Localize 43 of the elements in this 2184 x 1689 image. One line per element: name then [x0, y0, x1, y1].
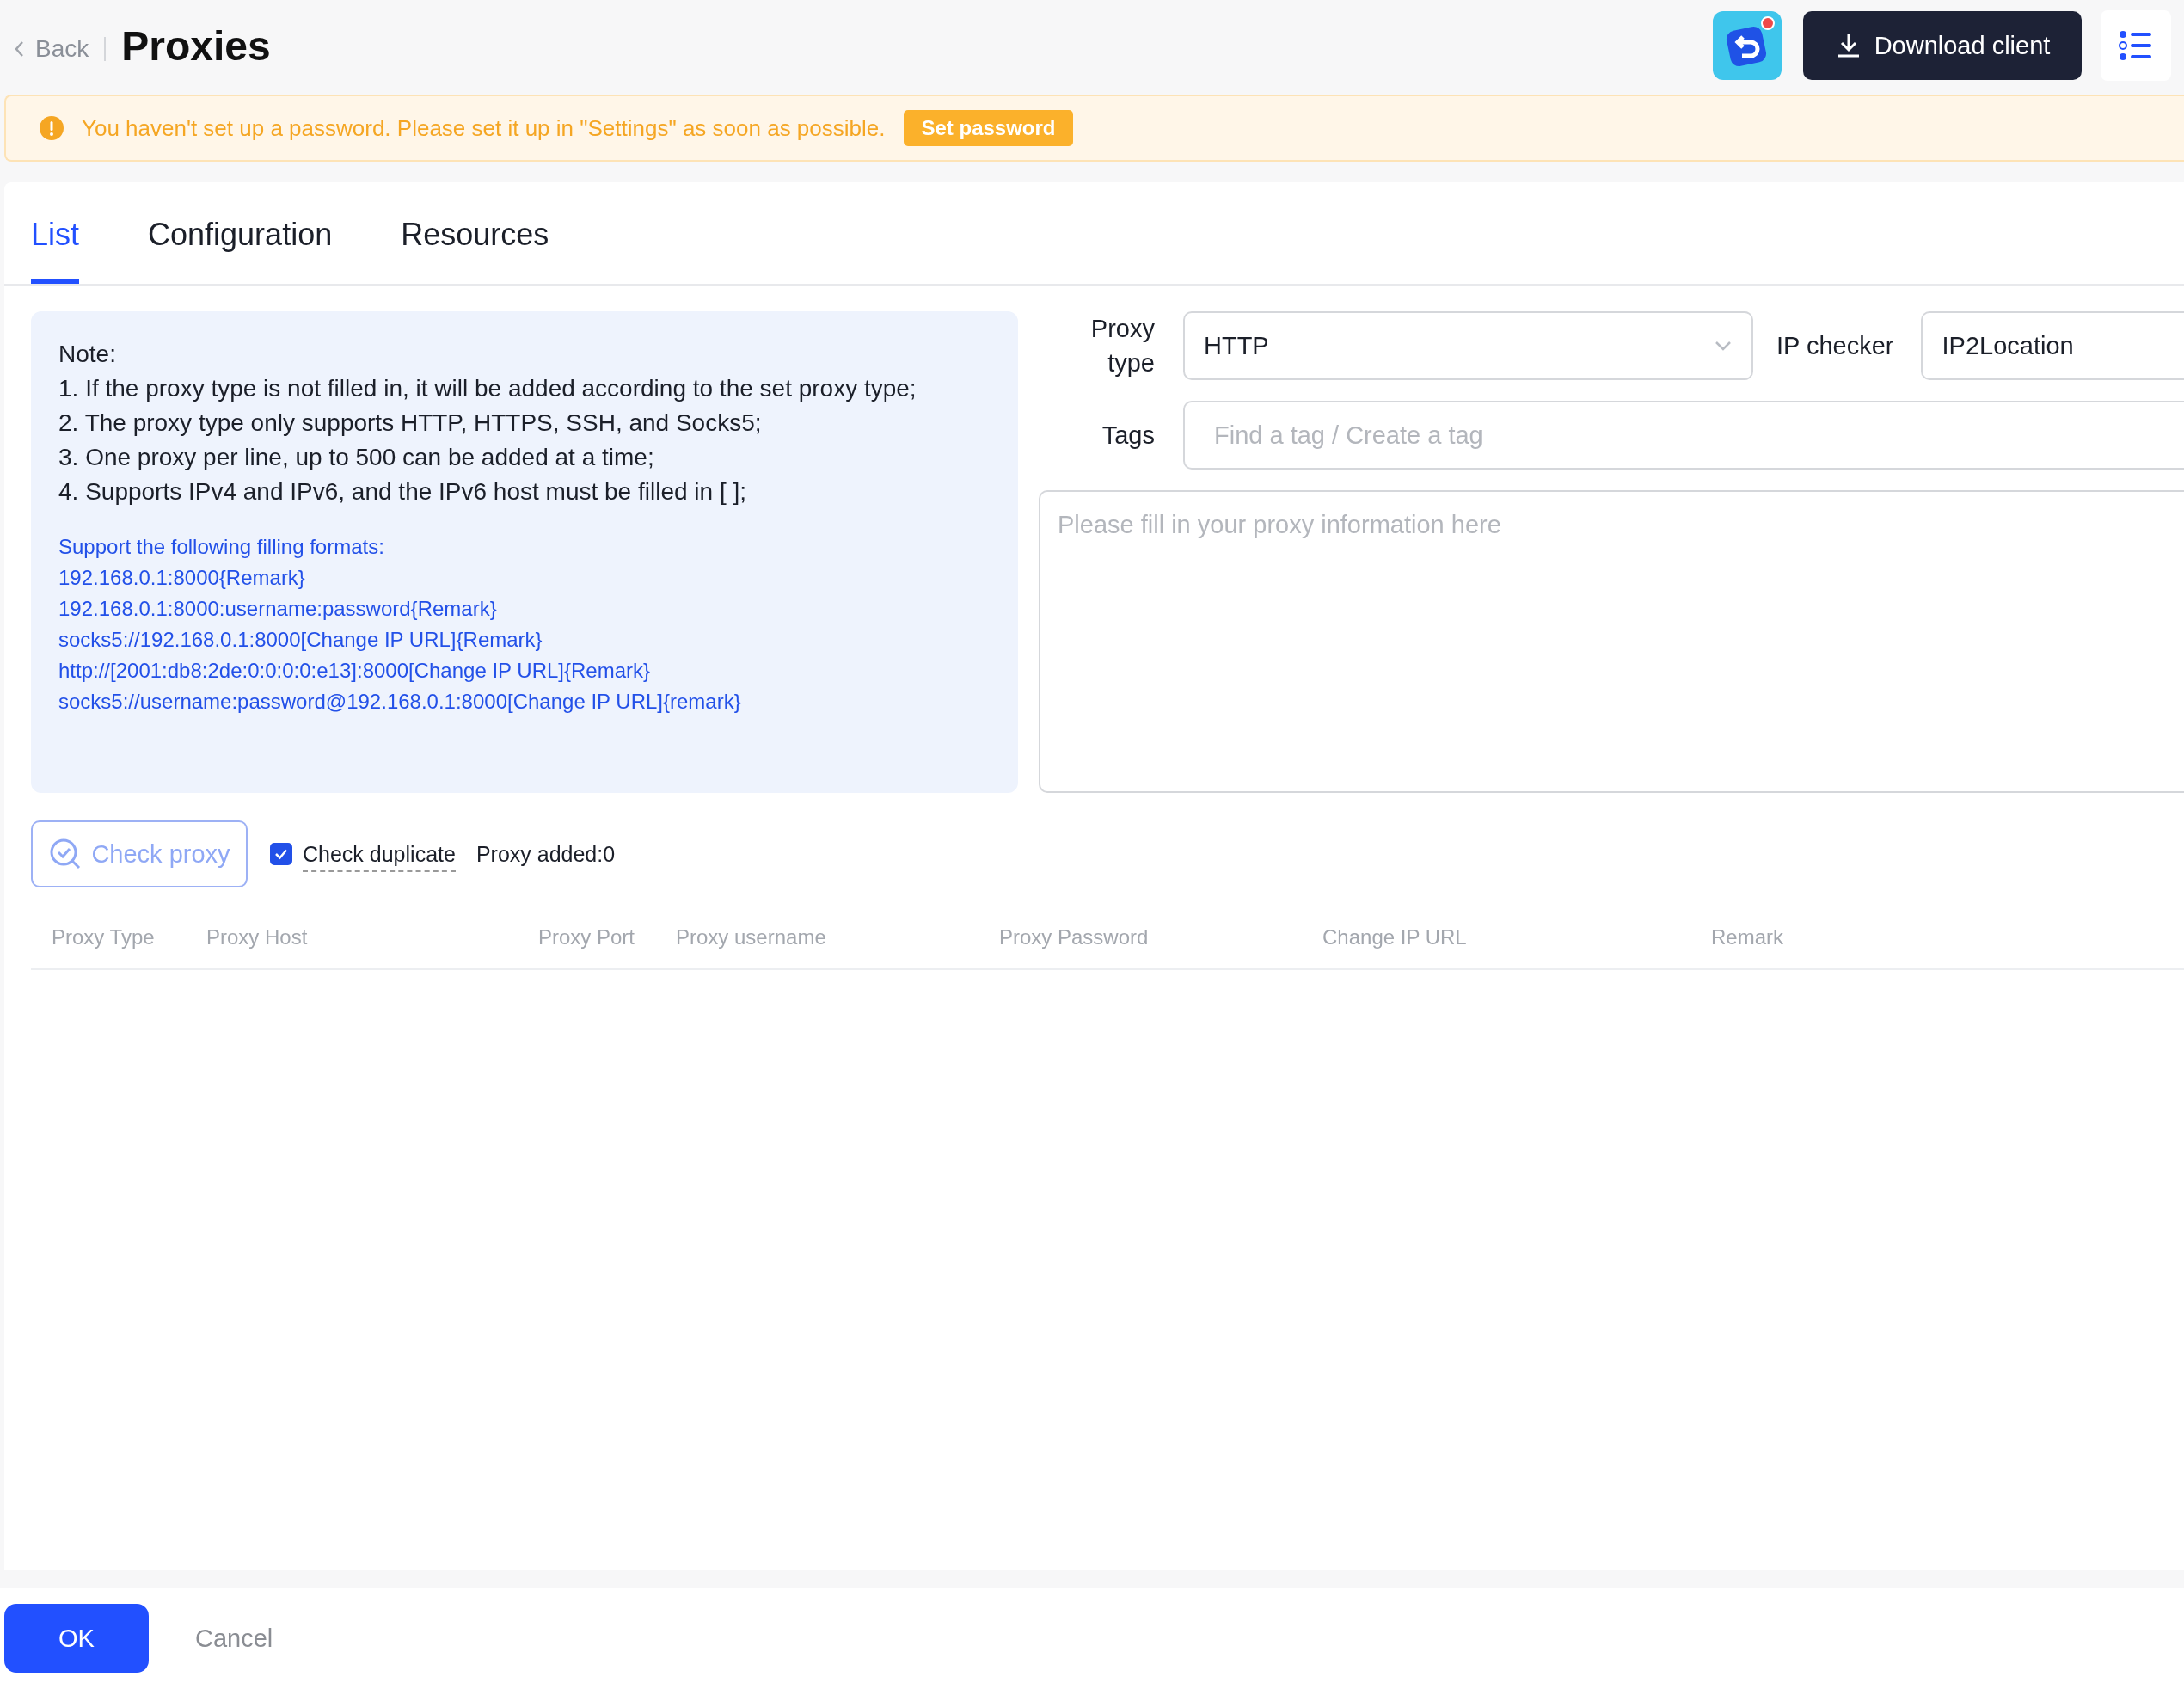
warning-text: You haven't set up a password. Please set it up in "Settings" as soon as possible.: [82, 114, 886, 142]
app-icon[interactable]: [1713, 11, 1782, 80]
column-header: Proxy Host: [206, 925, 309, 949]
column-header: Proxy username: [676, 925, 827, 949]
checkbox[interactable]: [270, 843, 292, 865]
check-duplicate-label: Check duplicate: [303, 841, 456, 872]
list-icon: [2119, 30, 2153, 61]
format-example: socks5://192.168.0.1:8000[Change IP URL]{Remark}: [58, 627, 543, 653]
note-text: 1. If the proxy type is not filled in, it will be added according to the set proxy type;: [58, 374, 917, 403]
column-header: Proxy Type: [52, 925, 156, 949]
note-text: 2. The proxy type only supports HTTP, HTTPS, SSH, and Socks5;: [58, 408, 763, 438]
tab[interactable]: Configuration: [148, 182, 333, 284]
proxy-info-textarea[interactable]: Please fill in your proxy information here: [1039, 490, 2184, 793]
download-client-button[interactable]: Download client: [1803, 11, 2082, 80]
chevron-down-icon: [1714, 340, 1733, 352]
proxy-type-select[interactable]: HTTP: [1183, 311, 1753, 380]
format-example: 192.168.0.1:8000{Remark}: [58, 565, 306, 591]
column-header: Proxy Password: [999, 925, 1150, 949]
note-text: 3. One proxy per line, up to 500 can be added at a time;: [58, 443, 655, 472]
ip-checker-select[interactable]: IP2Location: [1921, 311, 2184, 380]
chevron-left-icon: [13, 40, 25, 58]
note-text: 4. Supports IPv4 and IPv6, and the IPv6 host must be filled in [ ];: [58, 477, 747, 507]
formats-title: Support the following filling formats:: [58, 534, 385, 560]
column-header: Remark: [1711, 925, 1784, 949]
column-header: Change IP URL: [1322, 925, 1468, 949]
back-link[interactable]: Back: [13, 28, 89, 63]
field-label: Proxy type: [1089, 314, 1156, 378]
cancel-button[interactable]: Cancel: [190, 1623, 279, 1654]
field-label: IP checker: [1776, 331, 1895, 360]
tab[interactable]: Resources: [401, 182, 549, 284]
tags-input[interactable]: Find a tag / Create a tag: [1183, 401, 2184, 470]
column-header: Proxy Port: [538, 925, 636, 949]
format-example: 192.168.0.1:8000:username:password{Remark}: [58, 596, 498, 622]
proxy-added-count: Proxy added:0: [475, 841, 616, 867]
page-title: Proxies: [121, 21, 271, 70]
tab[interactable]: List: [31, 182, 80, 284]
format-example: socks5://username:password@192.168.0.1:8000[Change IP URL]{remark}: [58, 689, 742, 715]
field-label: Tags: [1101, 421, 1156, 451]
note-title: Note:: [58, 340, 117, 369]
ok-button[interactable]: OK: [4, 1604, 149, 1673]
format-example: http://[2001:db8:2de:0:0:0:0:e13]:8000[Change IP URL]{Remark}: [58, 658, 652, 684]
list-menu-button[interactable]: [2101, 10, 2171, 81]
warning-icon: [39, 115, 64, 141]
